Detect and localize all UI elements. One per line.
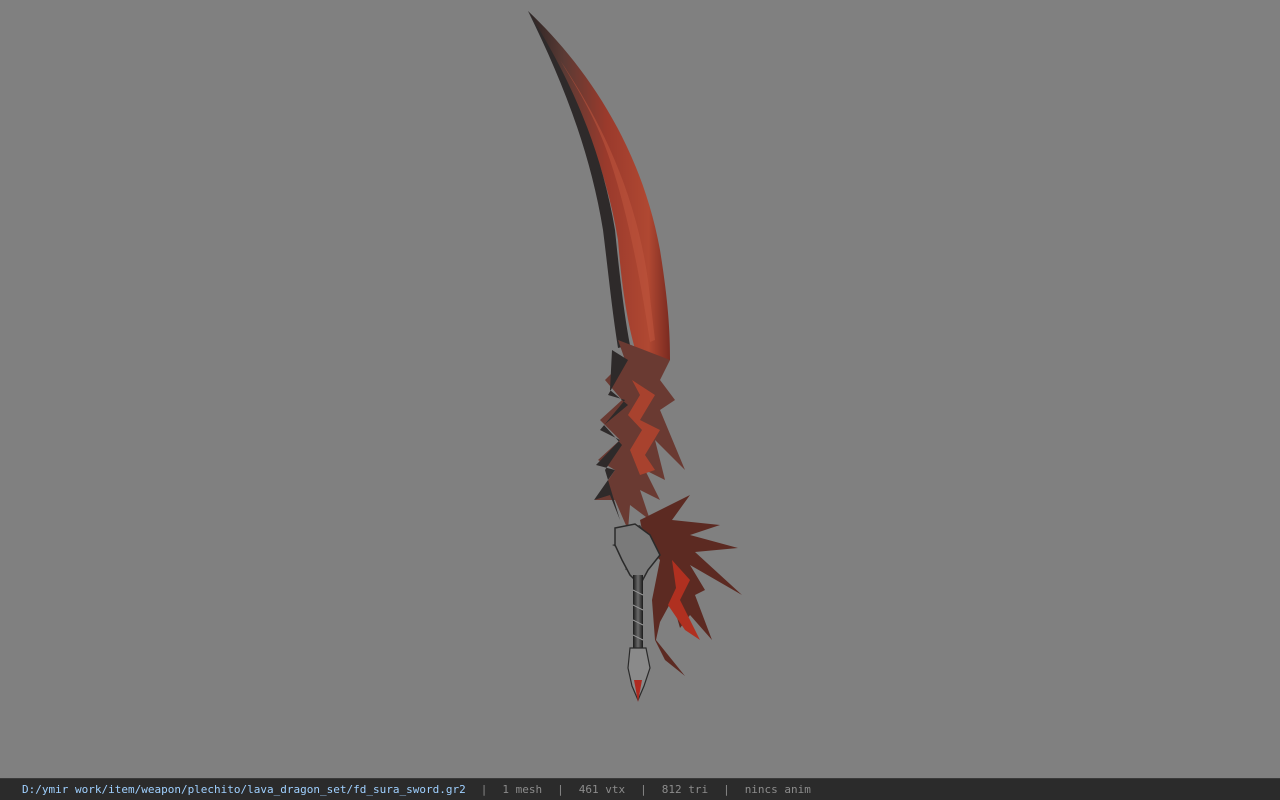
- sword-model[interactable]: [0, 0, 1280, 778]
- 3d-viewport[interactable]: [0, 0, 1280, 778]
- status-separator: |: [723, 783, 730, 796]
- file-path: D:/ymir work/item/weapon/plechito/lava_d…: [22, 783, 466, 796]
- status-separator: |: [480, 783, 488, 796]
- mesh-count: 1 mesh: [502, 783, 543, 796]
- anim-status: nincs anim: [744, 783, 811, 796]
- status-separator: |: [640, 783, 647, 796]
- triangle-count: 812 tri: [661, 783, 709, 796]
- status-separator: |: [557, 783, 564, 796]
- vertex-count: 461 vtx: [578, 783, 626, 796]
- guard-spikes: [640, 495, 742, 676]
- status-bar: D:/ymir work/item/weapon/plechito/lava_d…: [0, 778, 1280, 800]
